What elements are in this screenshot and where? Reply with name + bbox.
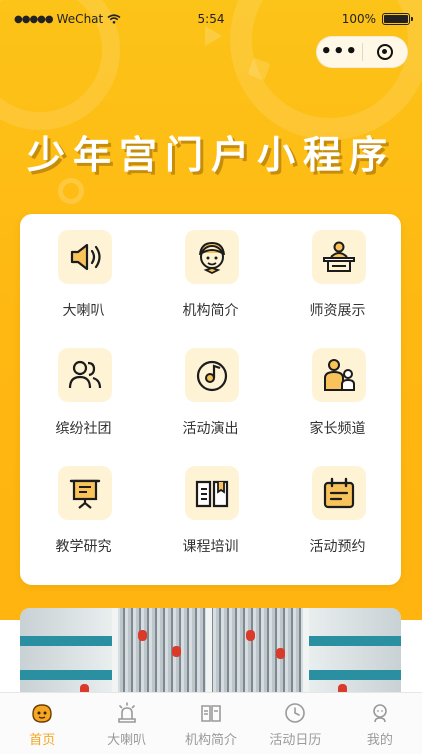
- tab-label: 我的: [366, 733, 393, 748]
- home-mascot-icon: [30, 701, 54, 725]
- grid-item-about[interactable]: 机构简介: [147, 214, 274, 332]
- grid-item-clubs[interactable]: 缤纷社团: [20, 332, 147, 450]
- tab-label: 机构简介: [185, 733, 238, 748]
- grid-item-booking[interactable]: 活动预约: [274, 450, 401, 568]
- tab-calendar[interactable]: 活动日历: [253, 693, 337, 754]
- tab-label: 大喇叭: [107, 733, 147, 748]
- grid-item-research[interactable]: 教学研究: [20, 450, 147, 568]
- mini-program-capsule: •••: [316, 36, 408, 68]
- grid-item-courses[interactable]: 课程培训: [147, 450, 274, 568]
- tab-label: 活动日历: [269, 733, 322, 748]
- mascot-icon: [185, 230, 239, 284]
- grid-item-label: 活动预约: [309, 539, 366, 555]
- grid-item-label: 活动演出: [182, 421, 239, 437]
- tab-label: 首页: [29, 733, 56, 748]
- tab-profile[interactable]: 我的: [338, 693, 422, 754]
- grid-item-label: 教学研究: [55, 539, 112, 555]
- grid-item-label: 课程培训: [182, 539, 239, 555]
- open-book-icon: [185, 466, 239, 520]
- status-bar: ●●●●● WeChat 5:54 100%: [0, 8, 422, 32]
- battery-icon: [382, 13, 413, 25]
- grid-item-label: 缤纷社团: [55, 421, 112, 437]
- decor-ring: [58, 178, 84, 204]
- battery-percent: 100%: [341, 12, 376, 26]
- more-button[interactable]: •••: [317, 36, 362, 68]
- tab-home[interactable]: 首页: [0, 693, 84, 754]
- profile-icon: [368, 701, 392, 725]
- grid-item-label: 家长频道: [309, 421, 366, 437]
- alarm-icon: [115, 701, 139, 725]
- close-target-icon: [376, 44, 393, 60]
- tab-about[interactable]: 机构简介: [169, 693, 253, 754]
- clock-icon: [283, 701, 307, 725]
- page-title: 少年宫门户小程序: [26, 133, 395, 177]
- tab-bar: 首页 大喇叭 机构简介 活动日历 我的: [0, 692, 422, 754]
- book-icon: [199, 701, 223, 725]
- close-button[interactable]: [362, 44, 407, 60]
- speaker-icon: [58, 230, 112, 284]
- lantern: [172, 646, 181, 657]
- tab-speaker[interactable]: 大喇叭: [84, 693, 168, 754]
- lantern: [246, 630, 255, 641]
- group-people-icon: [58, 348, 112, 402]
- teacher-podium-icon: [312, 230, 366, 284]
- music-disc-icon: [185, 348, 239, 402]
- parent-child-icon: [312, 348, 366, 402]
- grid-item-speaker[interactable]: 大喇叭: [20, 214, 147, 332]
- lantern: [138, 630, 147, 641]
- grid-item-teachers[interactable]: 师资展示: [274, 214, 401, 332]
- lantern: [276, 648, 285, 659]
- grid-item-parents[interactable]: 家长频道: [274, 332, 401, 450]
- grid-item-label: 机构简介: [182, 303, 239, 319]
- presentation-board-icon: [58, 466, 112, 520]
- calendar-icon: [312, 466, 366, 520]
- grid-item-label: 大喇叭: [62, 303, 105, 319]
- grid-item-performances[interactable]: 活动演出: [147, 332, 274, 450]
- grid-item-label: 师资展示: [309, 303, 366, 319]
- feature-grid: 大喇叭 机构简介 师资展示 缤纷社团 活动演出 家长频道 教学研究 课程培训 活…: [20, 214, 401, 585]
